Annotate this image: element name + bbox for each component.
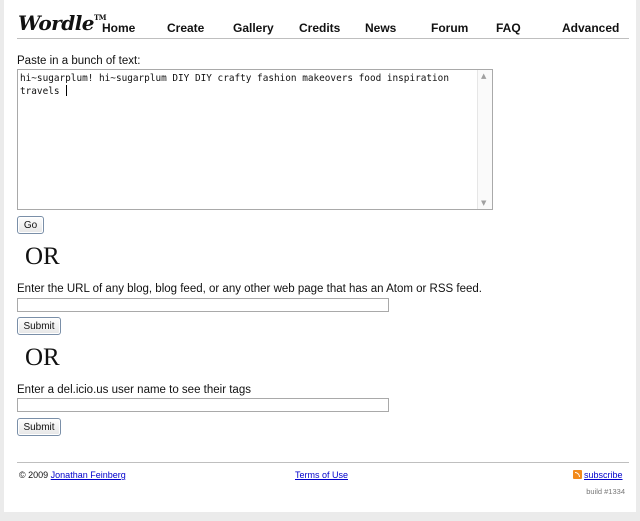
rss-icon[interactable] [573,470,582,479]
wordle-logo[interactable]: WordleTM [18,11,106,35]
scroll-up-arrow-icon[interactable]: ▲ [481,72,486,80]
paste-text-label: Paste in a bunch of text: [17,55,141,67]
delicious-username-input[interactable] [17,398,389,412]
url-label: Enter the URL of any blog, blog feed, or… [17,283,482,295]
footer-divider [17,462,629,463]
footer-copyright: © 2009 Jonathan Feinberg [19,470,126,480]
url-submit-button[interactable]: Submit [17,317,61,335]
footer-subscribe: subscribe [573,470,623,480]
header-divider [17,38,629,39]
logo-text: Wordle [18,11,95,35]
nav-news[interactable]: News [365,21,396,35]
nav-faq[interactable]: FAQ [496,21,521,35]
paste-text-area[interactable]: hi~sugarplum! hi~sugarplum DIY DIY craft… [17,69,493,210]
nav-create[interactable]: Create [167,21,204,35]
textarea-scrollbar[interactable]: ▲ ▼ [477,70,492,209]
or-divider-1: OR [25,243,60,270]
nav-forum[interactable]: Forum [431,21,468,35]
author-link[interactable]: Jonathan Feinberg [51,470,126,480]
text-caret [66,85,68,96]
copyright-text: © 2009 [19,470,49,480]
delicious-submit-button[interactable]: Submit [17,418,61,436]
delicious-label: Enter a del.icio.us user name to see the… [17,384,251,396]
page: WordleTM Home Create Gallery Credits New… [4,0,636,512]
nav-credits[interactable]: Credits [299,21,340,35]
build-number: build #1334 [586,487,625,496]
nav-home[interactable]: Home [102,21,135,35]
footer-terms: Terms of Use [295,470,348,480]
go-button[interactable]: Go [17,216,44,234]
nav-advanced[interactable]: Advanced [562,21,619,35]
subscribe-link[interactable]: subscribe [584,470,623,480]
scroll-down-arrow-icon[interactable]: ▼ [481,199,486,207]
or-divider-2: OR [25,344,60,371]
url-input[interactable] [17,298,389,312]
terms-of-use-link[interactable]: Terms of Use [295,470,348,480]
paste-text-value: hi~sugarplum! hi~sugarplum DIY DIY craft… [20,73,455,97]
nav-gallery[interactable]: Gallery [233,21,274,35]
